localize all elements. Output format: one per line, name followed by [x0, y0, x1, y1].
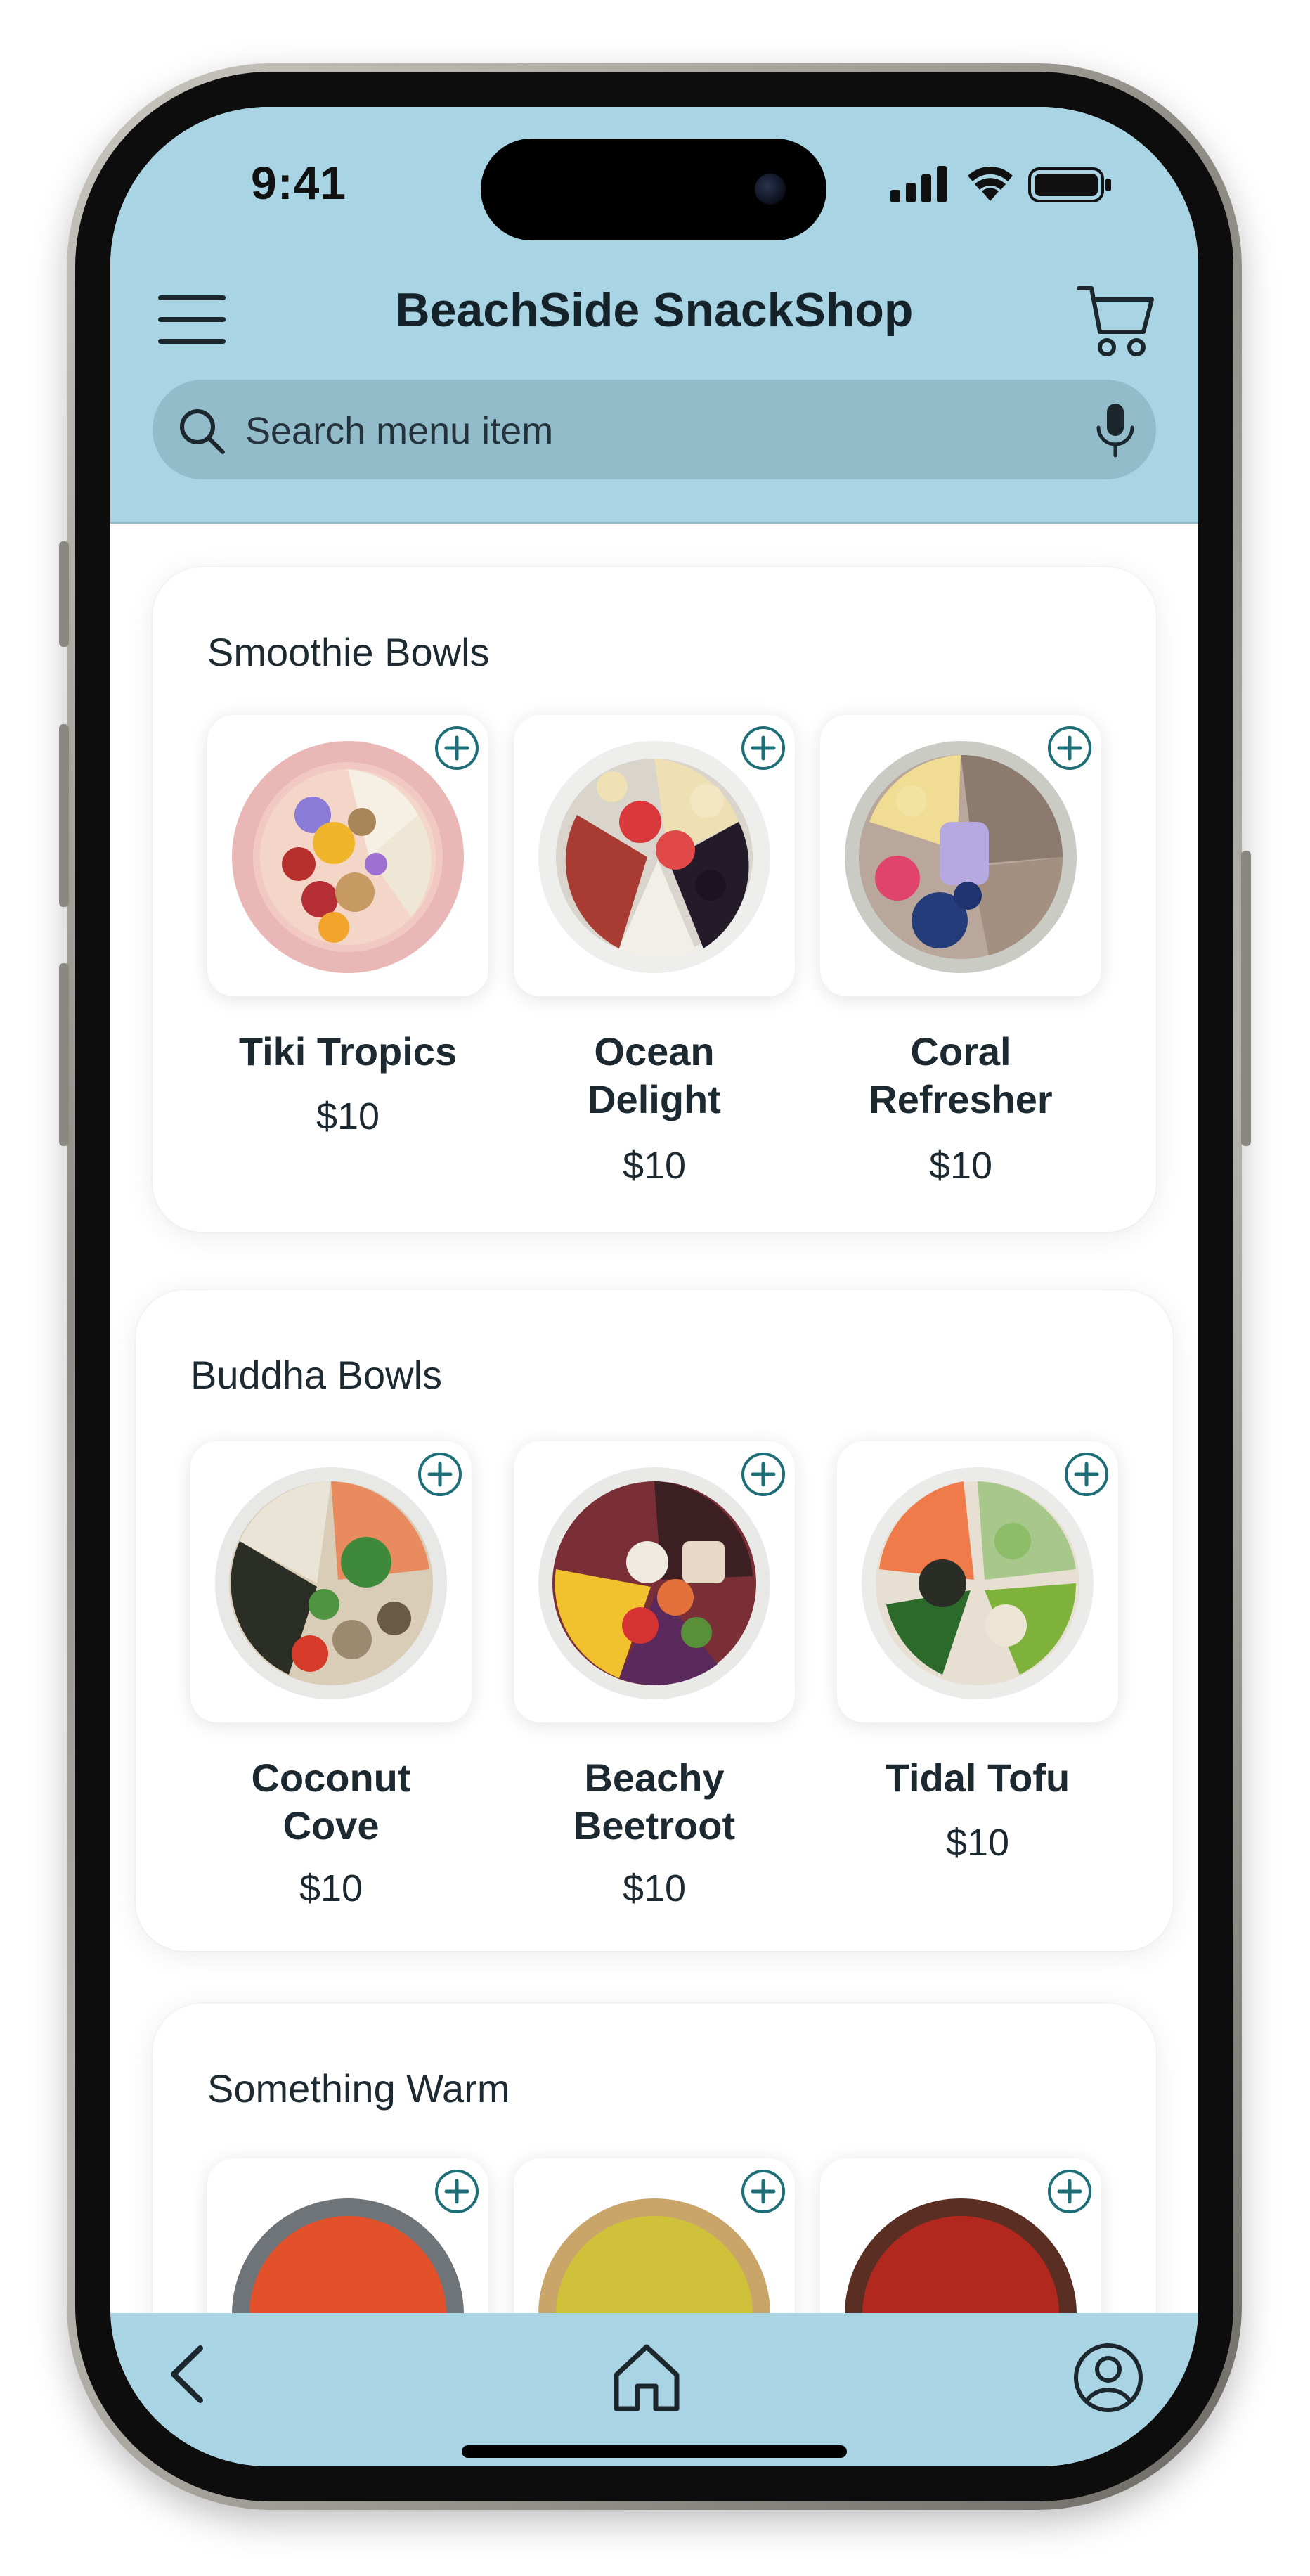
cellular-signal-icon	[890, 166, 947, 202]
volume-up-button	[59, 724, 69, 907]
user-profile-icon[interactable]	[1072, 2341, 1145, 2414]
item-name: Coconut Cove	[251, 1756, 411, 1848]
search-bar[interactable]	[153, 380, 1156, 479]
dynamic-island	[481, 139, 826, 240]
microphone-icon[interactable]	[1093, 402, 1138, 458]
category-card-smoothie-bowls: Smoothie Bowls Tiki Tropics $10 Ocean De…	[153, 567, 1156, 1232]
app-screen: 9:41 BeachSide SnackShop Search menu ite…	[110, 107, 1198, 2466]
status-time: 9:41	[251, 157, 347, 209]
item-price: $10	[945, 1822, 1010, 1864]
bowl-image	[862, 1467, 1094, 1699]
add-to-cart-button[interactable]	[740, 2168, 786, 2215]
soup-image	[538, 2198, 770, 2313]
item-name: Ocean Delight	[588, 1029, 721, 1121]
add-to-cart-button[interactable]	[740, 1451, 786, 1498]
item-price: $10	[316, 1095, 380, 1138]
front-camera	[755, 174, 786, 205]
app-title: BeachSide SnackShop	[395, 283, 914, 337]
bowl-image	[232, 741, 464, 973]
soup-image	[845, 2198, 1077, 2313]
bottom-nav-bar	[110, 2313, 1198, 2466]
wifi-icon	[968, 167, 1013, 201]
action-button	[59, 541, 69, 647]
chevron-left-icon[interactable]	[157, 2343, 220, 2406]
app-header: 9:41 BeachSide SnackShop Search menu ite…	[110, 107, 1198, 524]
bowl-image	[845, 741, 1077, 973]
item-name: Tidal Tofu	[885, 1756, 1070, 1800]
item-price: $10	[928, 1145, 993, 1187]
search-input[interactable]	[244, 405, 1020, 457]
soup-image	[232, 2198, 464, 2313]
shopping-cart-icon[interactable]	[1076, 283, 1155, 359]
item-name: Tiki Tropics	[238, 1029, 458, 1074]
bowl-image	[538, 741, 770, 973]
bowl-image	[538, 1467, 770, 1699]
add-to-cart-button[interactable]	[434, 2168, 480, 2215]
item-name: Coral Refresher	[869, 1029, 1053, 1121]
add-to-cart-button[interactable]	[740, 725, 786, 771]
item-price: $10	[299, 1867, 363, 1910]
add-to-cart-button[interactable]	[1063, 1451, 1110, 1498]
power-button	[1241, 851, 1251, 1146]
item-price: $10	[622, 1145, 687, 1187]
volume-down-button	[59, 963, 69, 1146]
category-title: Buddha Bowls	[190, 1353, 443, 1397]
battery-icon	[1028, 167, 1111, 202]
status-icons	[890, 166, 1111, 202]
add-to-cart-button[interactable]	[1046, 2168, 1093, 2215]
home-icon[interactable]	[608, 2340, 685, 2417]
item-name: Beachy Beetroot	[573, 1756, 736, 1848]
category-title: Something Warm	[207, 2066, 510, 2111]
category-card-buddha-bowls: Buddha Bowls Coconut Cove $10 Beachy Bee…	[136, 1290, 1173, 1951]
add-to-cart-button[interactable]	[417, 1451, 463, 1498]
add-to-cart-button[interactable]	[1046, 725, 1093, 771]
category-card-something-warm: Something Warm	[153, 2004, 1156, 2313]
search-icon	[180, 409, 225, 454]
item-price: $10	[622, 1867, 687, 1910]
add-to-cart-button[interactable]	[434, 725, 480, 771]
menu-content: Smoothie Bowls Tiki Tropics $10 Ocean De…	[110, 524, 1198, 2313]
bowl-image	[215, 1467, 447, 1699]
category-title: Smoothie Bowls	[207, 630, 490, 674]
home-indicator[interactable]	[462, 2445, 847, 2458]
